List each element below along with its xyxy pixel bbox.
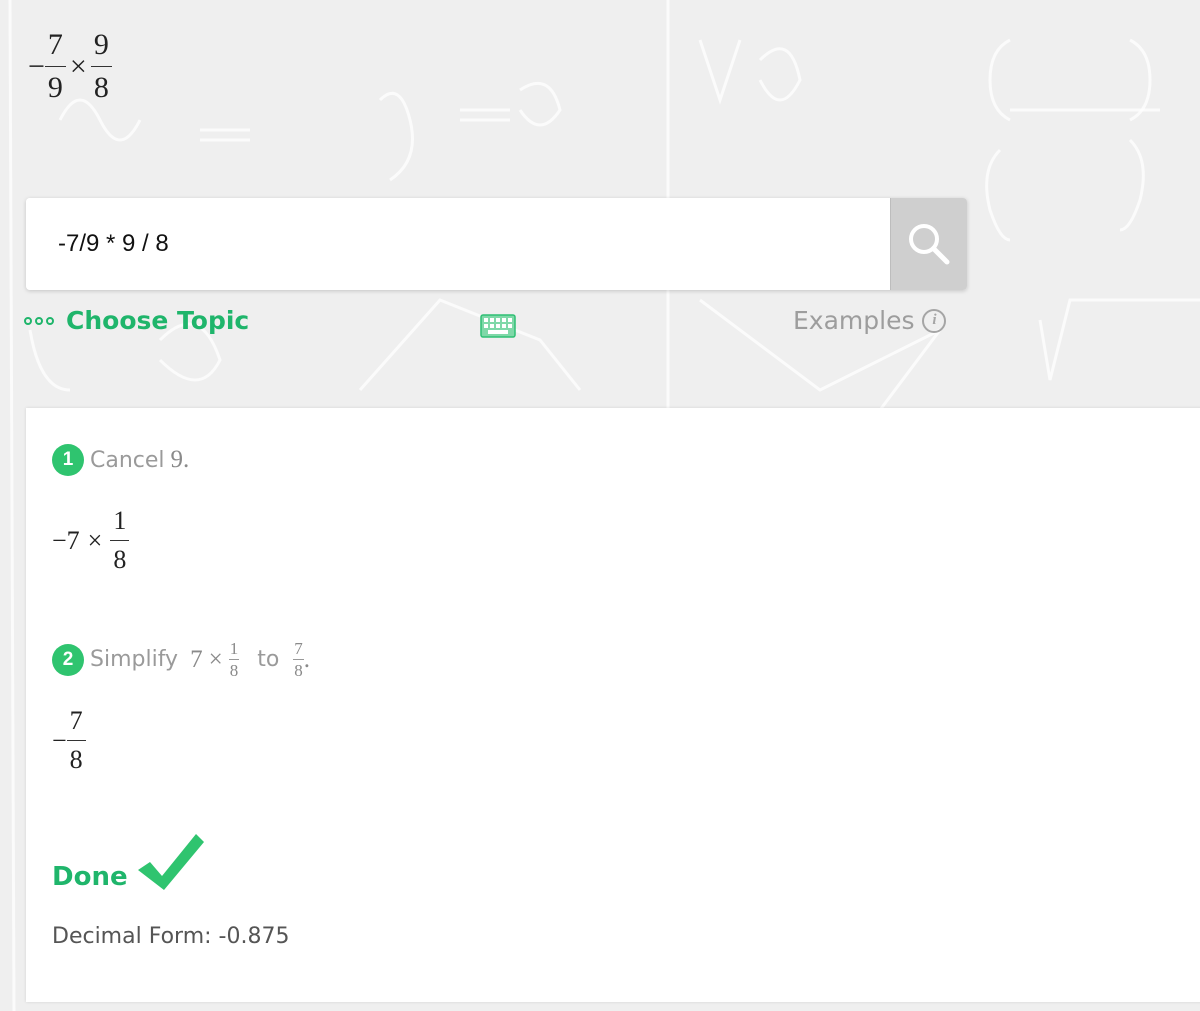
times-sign: × <box>87 525 103 555</box>
step-math-value: 9 <box>170 446 184 473</box>
fraction-denominator: 8 <box>294 661 303 680</box>
toolbar: Choose Topic Examples i <box>24 306 1024 346</box>
keyboard-icon <box>480 314 516 338</box>
done-row: Done <box>52 832 206 892</box>
step-math-whole: 7 <box>190 645 203 673</box>
fraction-nine-eighths: 9 8 <box>90 30 112 104</box>
step-text: Cancel <box>90 447 165 473</box>
times-sign: × <box>69 49 87 83</box>
examples-label: Examples <box>793 306 915 335</box>
keyboard-button[interactable] <box>480 314 516 343</box>
step-number-badge: 2 <box>52 643 84 676</box>
fraction-numerator: 7 <box>66 708 86 741</box>
checkmark-icon <box>137 834 204 890</box>
fraction-denominator: 8 <box>229 661 239 680</box>
step-math-fraction: 1 8 <box>228 639 240 680</box>
fraction-numerator: 1 <box>110 508 130 541</box>
expression-input[interactable] <box>26 198 890 290</box>
step-1-description: 1 Cancel 9 . <box>52 444 189 476</box>
minus-sign: − <box>52 725 67 755</box>
fraction-numerator: 7 <box>44 30 66 67</box>
fraction-seven-ninths: 7 9 <box>44 30 66 104</box>
examples-button[interactable]: Examples i <box>793 306 947 335</box>
fraction-denominator: 8 <box>93 71 109 104</box>
step-math-target-fraction: 7 8 <box>293 640 304 679</box>
step-1-result: − 7 × 1 8 <box>52 508 130 574</box>
minus-sign: − <box>52 525 67 555</box>
step-2-description: 2 Simplify 7 × 1 8 to 7 8 . <box>52 640 310 679</box>
step-number-badge: 1 <box>52 444 84 476</box>
more-dots-icon <box>24 316 54 325</box>
fraction-denominator: 8 <box>69 745 83 774</box>
fraction-seven-eighths: 7 8 <box>66 708 86 774</box>
solution-panel: 1 Cancel 9 . − 7 × 1 8 2 Simplify 7 × 1 … <box>26 408 1200 1002</box>
info-icon: i <box>922 308 947 333</box>
choose-topic-button[interactable]: Choose Topic <box>24 306 249 335</box>
step-math-times: × <box>208 645 223 673</box>
step-2-result: − 7 8 <box>52 708 86 773</box>
step-text-to: to <box>257 647 280 672</box>
fraction-denominator: 9 <box>47 71 63 104</box>
step-text: Simplify <box>90 647 179 672</box>
search-button[interactable] <box>890 198 967 290</box>
done-label: Done <box>52 862 128 892</box>
problem-expression: − 7 9 × 9 8 <box>28 30 112 103</box>
step-period: . <box>183 446 190 473</box>
fraction-numerator: 1 <box>228 639 240 660</box>
whole-number: 7 <box>66 525 80 555</box>
fraction-numerator: 7 <box>293 639 304 660</box>
fraction-one-eighth: 1 8 <box>110 508 130 574</box>
fraction-denominator: 8 <box>113 545 127 574</box>
minus-sign: − <box>28 49 45 83</box>
choose-topic-label: Choose Topic <box>66 306 250 335</box>
decimal-form: Decimal Form: -0.875 <box>52 924 290 949</box>
step-period: . <box>303 645 311 673</box>
search-bar <box>26 198 967 290</box>
search-icon <box>909 224 950 265</box>
fraction-numerator: 9 <box>90 30 112 67</box>
